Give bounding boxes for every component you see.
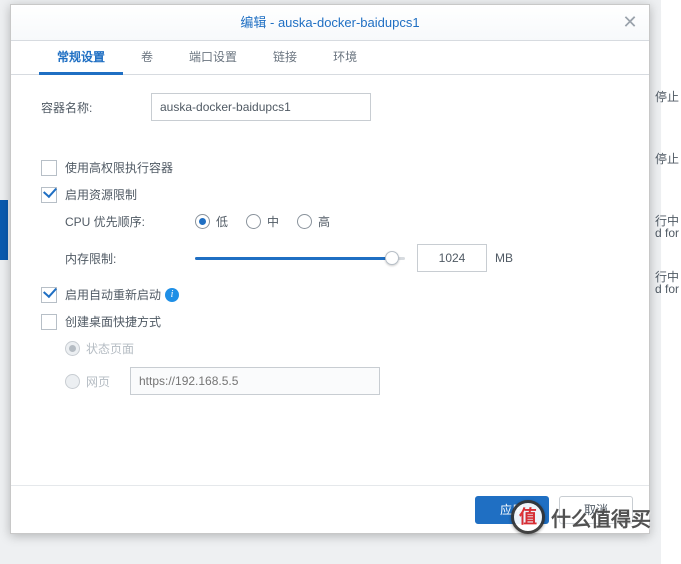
tab-links[interactable]: 链接 xyxy=(255,40,315,74)
titlebar: 编辑 - auska-docker-baidupcs1 ✕ xyxy=(11,5,649,41)
shortcut-status-radio xyxy=(65,341,80,356)
shortcut-status-label: 状态页面 xyxy=(86,340,134,357)
shortcut-web-label: 网页 xyxy=(86,373,130,390)
cpu-low-label: 低 xyxy=(216,213,228,230)
resource-limit-checkbox[interactable] xyxy=(41,187,57,203)
tab-strip: 常规设置 卷 端口设置 链接 环境 xyxy=(11,41,649,75)
bg-text: 停止 xyxy=(655,150,679,167)
shortcut-url-input xyxy=(130,367,380,395)
cancel-button[interactable]: 取消 xyxy=(559,496,633,524)
tab-env[interactable]: 环境 xyxy=(315,40,375,74)
cpu-mid-label: 中 xyxy=(267,213,279,230)
memory-value-input[interactable] xyxy=(417,244,487,272)
apply-button[interactable]: 应用 xyxy=(475,496,549,524)
edit-container-dialog: 编辑 - auska-docker-baidupcs1 ✕ 常规设置 卷 端口设… xyxy=(10,4,650,534)
auto-restart-checkbox[interactable] xyxy=(41,287,57,303)
memory-unit: MB xyxy=(495,251,513,265)
resource-limit-label: 启用资源限制 xyxy=(65,186,137,203)
dialog-footer: 应用 取消 xyxy=(11,485,649,533)
shortcut-web-radio xyxy=(65,374,80,389)
tab-volume[interactable]: 卷 xyxy=(123,40,171,74)
cpu-low-radio[interactable] xyxy=(195,214,210,229)
memory-limit-label: 内存限制: xyxy=(65,250,195,267)
container-name-label: 容器名称: xyxy=(41,99,151,116)
close-icon[interactable]: ✕ xyxy=(619,11,641,33)
shortcut-checkbox[interactable] xyxy=(41,314,57,330)
shortcut-label: 创建桌面快捷方式 xyxy=(65,313,161,330)
tab-ports[interactable]: 端口设置 xyxy=(171,40,255,74)
cpu-mid-radio[interactable] xyxy=(246,214,261,229)
info-icon[interactable]: i xyxy=(165,288,179,302)
slider-thumb-icon[interactable] xyxy=(385,251,399,265)
cpu-high-radio[interactable] xyxy=(297,214,312,229)
bg-text: d for xyxy=(655,282,679,296)
cpu-high-label: 高 xyxy=(318,213,330,230)
auto-restart-label: 启用自动重新启动 xyxy=(65,286,161,303)
privileged-label: 使用高权限执行容器 xyxy=(65,159,173,176)
tab-general[interactable]: 常规设置 xyxy=(39,40,123,74)
bg-text: 停止 xyxy=(655,88,679,105)
dialog-body: 容器名称: 使用高权限执行容器 启用资源限制 CPU 优先顺序: 低 中 高 内… xyxy=(11,75,649,485)
memory-slider[interactable] xyxy=(195,250,405,266)
dialog-title: 编辑 - auska-docker-baidupcs1 xyxy=(11,5,649,41)
cpu-priority-label: CPU 优先顺序: xyxy=(65,213,195,230)
bg-text: d for xyxy=(655,226,679,240)
container-name-input[interactable] xyxy=(151,93,371,121)
privileged-checkbox[interactable] xyxy=(41,160,57,176)
